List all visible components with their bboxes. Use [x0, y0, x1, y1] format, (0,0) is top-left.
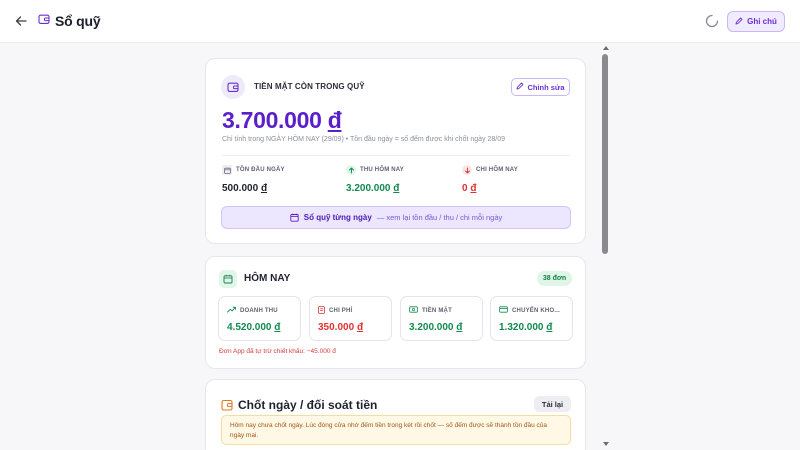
stat-label: THU HÔM NAY	[360, 167, 404, 173]
edit-button-label: Chỉnh sửa	[527, 82, 565, 92]
metric-cash: TIỀN MẶT 3.200.000 đ	[400, 296, 483, 341]
metric-expense: CHI PHÍ 350.000 đ	[309, 296, 392, 341]
arrow-up-icon	[346, 165, 356, 175]
note-button[interactable]: Ghi chú	[727, 11, 785, 32]
card-icon	[499, 306, 508, 315]
cash-in-fund-card: TIỀN MẶT CÒN TRONG QUỸ Chỉnh sửa 3.700.0…	[205, 58, 586, 244]
loading-spinner-icon	[705, 14, 719, 28]
edit-button[interactable]: Chỉnh sửa	[511, 78, 570, 96]
metric-label: DOANH THU	[240, 307, 278, 314]
metric-value: 1.320.000 đ	[499, 322, 553, 333]
orders-count-badge: 38 đơn	[537, 271, 572, 286]
pencil-icon	[735, 17, 743, 27]
metric-value: 4.520.000 đ	[227, 322, 281, 333]
page-title: Sổ quỹ	[55, 13, 101, 29]
ledger-button-label: Sổ quỹ từng ngày	[303, 213, 372, 222]
cash-amount: 3.700.000 đ	[222, 107, 342, 133]
stat-value: 3.200.000 đ	[346, 183, 400, 194]
wallet-icon	[38, 12, 50, 30]
arrow-down-icon	[462, 165, 472, 175]
stat-value: 0 đ	[462, 183, 477, 194]
stat-expense-today: CHI HÔM NAY 0 đ	[462, 165, 518, 194]
cash-card-heading: TIỀN MẶT CÒN TRONG QUỸ	[254, 82, 365, 91]
metric-label: CHI PHÍ	[329, 308, 353, 314]
metric-value: 350.000 đ	[318, 322, 364, 333]
closing-warning: Hôm nay chưa chốt ngày. Lúc đóng cửa nhớ…	[221, 415, 571, 445]
cash-icon	[409, 306, 418, 315]
trend-up-icon	[227, 306, 236, 315]
stat-opening-balance: TỒN ĐẦU NGÀY 500.000 đ	[222, 165, 285, 194]
closing-title: Chốt ngày / đối soát tiền	[238, 398, 378, 412]
metric-label: TIỀN MẶT	[422, 307, 452, 314]
reload-button[interactable]: Tải lại	[534, 396, 571, 412]
stat-income-today: THU HÔM NAY 3.200.000 đ	[346, 165, 404, 194]
stat-label: CHI HÔM NAY	[476, 167, 518, 173]
currency-symbol: đ	[327, 107, 342, 133]
metric-value: 3.200.000 đ	[409, 322, 463, 333]
back-arrow-icon[interactable]	[12, 12, 30, 30]
metric-label: CHUYỂN KHO...	[512, 307, 560, 314]
calendar-icon	[222, 165, 232, 175]
day-closing-card: Chốt ngày / đối soát tiền Tải lại Hôm na…	[205, 379, 586, 450]
cash-card-subtitle: Chỉ tính trong NGÀY HÔM NAY (29/09) • Tồ…	[222, 136, 505, 143]
stat-value: 500.000 đ	[222, 183, 268, 194]
wallet-icon	[221, 75, 245, 99]
scroll-down-arrow[interactable]	[603, 442, 609, 446]
note-button-label: Ghi chú	[747, 17, 777, 26]
top-bar: Sổ quỹ Ghi chú	[0, 0, 800, 43]
pencil-icon	[516, 82, 524, 92]
metric-transfer: CHUYỂN KHO... 1.320.000 đ	[490, 296, 573, 341]
ledger-button-hint: — xem lại tồn đầu / thu / chi mỗi ngày	[376, 213, 503, 222]
clipboard-icon	[221, 398, 233, 411]
discount-note: Đơn App đã tự trừ chiết khấu: −45.000 đ	[219, 348, 336, 355]
today-card: HÔM NAY 38 đơn DOANH THU 4.520.000 đ CHI…	[205, 256, 586, 369]
calendar-icon	[290, 209, 299, 227]
calendar-icon	[219, 270, 237, 288]
stat-label: TỒN ĐẦU NGÀY	[236, 167, 285, 173]
receipt-icon	[318, 306, 325, 316]
scrollbar-thumb[interactable]	[602, 54, 608, 254]
today-title: HÔM NAY	[244, 273, 291, 284]
metric-revenue: DOANH THU 4.520.000 đ	[218, 296, 301, 341]
daily-ledger-button[interactable]: Sổ quỹ từng ngày — xem lại tồn đầu / thu…	[221, 206, 571, 229]
divider	[221, 155, 571, 156]
scroll-up-arrow[interactable]	[603, 46, 609, 50]
